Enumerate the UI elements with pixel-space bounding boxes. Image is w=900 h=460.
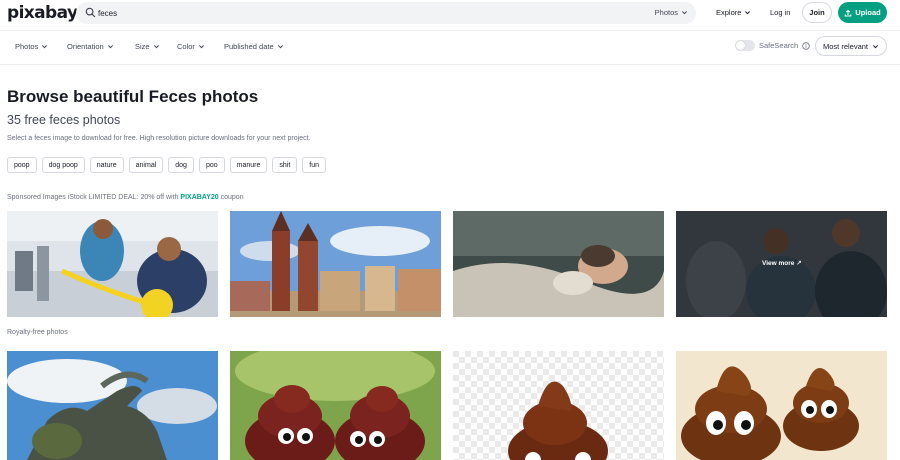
page-title: Browse beautiful Feces photos	[7, 87, 259, 106]
tag-chip[interactable]: poop	[7, 157, 37, 173]
view-more-link[interactable]: View more ↗	[762, 259, 802, 267]
upload-label: Upload	[855, 8, 881, 17]
chevron-down-icon	[872, 44, 879, 48]
tag-chip[interactable]: fun	[302, 157, 327, 173]
chevron-down-icon	[745, 11, 751, 15]
external-link-icon: ↗	[796, 260, 802, 267]
image-poop-emoji-1[interactable]	[230, 351, 441, 460]
poop-emoji-photo	[230, 351, 441, 460]
tag-chip[interactable]: animal	[128, 157, 164, 173]
top-header: pixabay Photos Explore Log in Join Uploa…	[0, 0, 900, 27]
chevron-down-icon	[153, 45, 159, 49]
filter-published-date[interactable]: Published date	[224, 42, 284, 51]
tag-chip[interactable]: poo	[198, 157, 225, 173]
safesearch-toggle[interactable]	[735, 40, 755, 51]
upload-button[interactable]: Upload	[838, 2, 887, 23]
image-poop-emoji-2[interactable]	[453, 351, 664, 460]
login-link[interactable]: Log in	[770, 8, 790, 17]
sort-label: Most relevant	[822, 41, 869, 51]
safesearch-label: SafeSearch	[759, 41, 799, 50]
search-type-dropdown[interactable]: Photos	[655, 8, 688, 17]
safesearch-control: SafeSearch	[735, 40, 810, 51]
sponsored-image-baby[interactable]	[453, 211, 664, 317]
sort-dropdown[interactable]: Most relevant	[815, 36, 887, 56]
filter-label: Photos	[15, 42, 39, 51]
image-statue[interactable]	[7, 351, 218, 460]
join-button[interactable]: Join	[802, 2, 832, 23]
results-count-title: 35 free feces photos	[7, 113, 121, 127]
chevron-down-icon	[681, 11, 688, 15]
poop-emoji-duo-photo	[676, 351, 887, 460]
sponsored-suffix: coupon	[218, 194, 244, 201]
image-poop-emoji-3[interactable]	[676, 351, 887, 460]
filter-photos[interactable]: Photos	[15, 42, 48, 51]
filter-label: Color	[177, 42, 195, 51]
sponsored-label[interactable]: Sponsored Images iStock LIMITED DEAL: 20…	[7, 194, 244, 201]
pixabay-logo[interactable]: pixabay	[7, 3, 78, 23]
related-tags: poop dog poop nature animal dog poo manu…	[7, 157, 327, 173]
upload-icon	[844, 9, 852, 16]
view-more-label: View more	[762, 260, 795, 267]
filter-divider	[0, 64, 900, 65]
baby-photo	[453, 211, 664, 317]
tag-chip[interactable]: dog poop	[41, 157, 85, 173]
filter-label: Published date	[224, 42, 274, 51]
tag-chip[interactable]: nature	[89, 157, 124, 173]
filter-label: Orientation	[67, 42, 104, 51]
tag-chip[interactable]: manure	[229, 157, 268, 173]
filter-color[interactable]: Color	[177, 42, 205, 51]
physiotherapy-photo	[7, 211, 218, 317]
chevron-down-icon	[198, 45, 204, 49]
search-type-label: Photos	[654, 8, 678, 17]
search-icon	[85, 7, 96, 18]
sponsored-image-view-more[interactable]: View more ↗	[676, 211, 887, 317]
chevron-down-icon	[277, 45, 283, 49]
tag-chip[interactable]: dog	[168, 157, 194, 173]
search-input[interactable]	[98, 5, 638, 21]
poop-cutout-photo	[453, 351, 664, 460]
tag-chip[interactable]: shit	[272, 157, 298, 173]
filter-label: Size	[135, 42, 150, 51]
explore-label: Explore	[716, 8, 742, 17]
filter-orientation[interactable]: Orientation	[67, 42, 114, 51]
sponsored-prefix: Sponsored Images iStock LIMITED DEAL: 20…	[7, 194, 181, 201]
info-icon[interactable]	[802, 41, 810, 50]
chevron-down-icon	[42, 45, 48, 49]
royalty-free-label: Royalty-free photos	[7, 329, 68, 336]
chevron-down-icon	[107, 45, 113, 49]
page-description: Select a feces image to download for fre…	[7, 135, 311, 142]
filter-size[interactable]: Size	[135, 42, 160, 51]
sponsored-image-physio[interactable]	[7, 211, 218, 317]
city-photo	[230, 211, 441, 317]
header-divider	[0, 30, 900, 31]
sponsored-image-krakow[interactable]	[230, 211, 441, 317]
coupon-code: PIXABAY20	[180, 194, 219, 201]
explore-menu[interactable]: Explore	[716, 8, 751, 17]
statue-photo	[7, 351, 218, 460]
search-bar[interactable]: Photos	[76, 2, 696, 24]
